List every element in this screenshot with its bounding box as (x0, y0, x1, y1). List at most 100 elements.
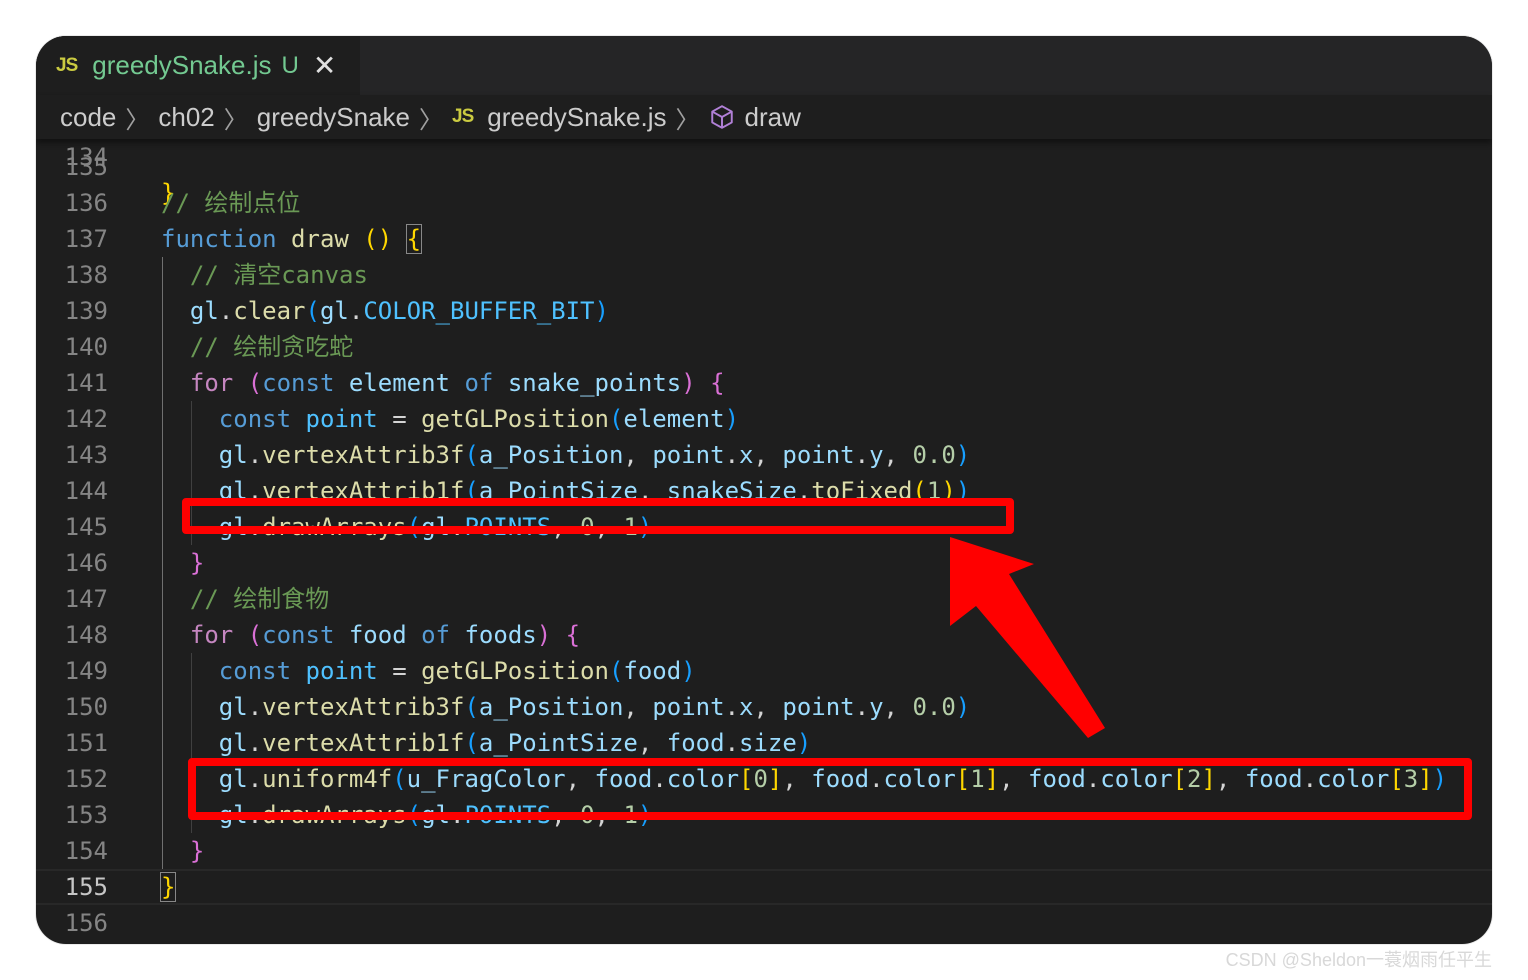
line-number: 147 (64, 585, 108, 613)
code-token: ) (681, 369, 696, 397)
code-token: color (666, 765, 740, 793)
code-token: y (869, 693, 884, 721)
line-number: 137 (64, 225, 108, 253)
code-line-148[interactable]: 148 for (const food of foods) { (36, 617, 1492, 653)
code-line-152[interactable]: 152 gl.uniform4f(u_FragColor, food.color[… (36, 761, 1492, 797)
code-token: a_Position (478, 693, 624, 721)
code-token: point (652, 441, 725, 469)
code-token: color (1100, 765, 1173, 793)
chevron-right-icon: 〉 (419, 106, 444, 134)
chevron-right-icon: 〉 (223, 106, 248, 134)
code-token: const (218, 405, 292, 433)
code-line-149[interactable]: 149 const point = getGLPosition(food) (36, 653, 1492, 689)
breadcrumb-item-greedysnake[interactable]: greedySnake (257, 102, 410, 133)
code-token: COLOR_BUFFER_BIT (363, 297, 595, 325)
code-token: ( (247, 369, 263, 397)
code-token: clear (233, 297, 306, 325)
code-line-140[interactable]: 140 // 绘制贪吃蛇 (36, 329, 1492, 365)
code-token: ] (984, 765, 1000, 793)
breadcrumb-item-code[interactable]: code (60, 102, 116, 133)
code-line-150[interactable]: 150 gl.vertexAttrib3f(a_Position, point.x… (36, 689, 1492, 725)
breadcrumb-item-symbol-draw[interactable]: draw (745, 102, 801, 133)
code-token: . (854, 693, 870, 721)
code-token: , (753, 693, 783, 721)
code-line-143[interactable]: 143 gl.vertexAttrib3f(a_Position, point.x… (36, 437, 1492, 473)
code-token: x (739, 693, 754, 721)
code-token: getGLPosition (421, 405, 609, 433)
code-text: gl.clear(gl.COLOR_BUFFER_BIT) (190, 293, 609, 329)
code-text: gl.drawArrays(gl.POINTS, 0, 1) (219, 509, 653, 545)
code-token: gl (218, 729, 248, 757)
code-token: ( (305, 297, 320, 325)
code-line-146[interactable]: 146} (36, 545, 1492, 581)
code-token: 0.0 (912, 441, 956, 469)
breadcrumb-item-ch02[interactable]: ch02 (158, 102, 214, 133)
code-line-155[interactable]: 155} (36, 869, 1492, 905)
code-line-139[interactable]: 139 gl.clear(gl.COLOR_BUFFER_BIT) (36, 293, 1492, 329)
code-token: . (1302, 765, 1318, 793)
code-token: . (450, 513, 465, 541)
code-token: food (594, 765, 653, 793)
code-token: 0.0 (912, 693, 956, 721)
code-line-154[interactable]: 154} (36, 833, 1492, 869)
code-token: . (218, 297, 234, 325)
code-text: // 绘制点位 (161, 185, 300, 221)
code-line-141[interactable]: 141 for (const element of snake_points) { (36, 365, 1492, 401)
code-token: for (189, 621, 234, 649)
code-token: color (1317, 765, 1390, 793)
code-token: , (594, 513, 624, 541)
code-line-147[interactable]: 147 // 绘制食物 (36, 581, 1492, 617)
code-line-138[interactable]: 138 // 清空canvas (36, 257, 1492, 293)
code-token: ] (1418, 765, 1433, 793)
line-number: 143 (64, 441, 108, 469)
code-line-136[interactable]: 136 // 绘制点位 (36, 185, 1492, 221)
line-number: 155 (64, 873, 108, 901)
code-token: food (666, 729, 725, 757)
code-token: ) (681, 657, 696, 685)
close-icon[interactable]: ✕ (313, 51, 336, 80)
code-token: 1 (970, 765, 985, 793)
code-token: 1 (623, 801, 638, 829)
code-line-135[interactable]: 135 (36, 149, 1492, 185)
code-token: x (739, 441, 754, 469)
code-line-144[interactable]: 144 gl.vertexAttrib1f(a_PointSize, snakeS… (36, 473, 1492, 509)
tab-greedysnake-js[interactable]: JS greedySnake.js U ✕ (36, 36, 360, 95)
code-line-153[interactable]: 153 gl.drawArrays(gl.POINTS, 0, 1) (36, 797, 1492, 833)
code-line-156[interactable]: 156 (36, 905, 1492, 941)
code-token: element (348, 369, 451, 397)
code-line-142[interactable]: 142 const point = getGLPosition(element) (36, 401, 1492, 437)
code-token: const (262, 621, 335, 649)
code-token: , (637, 477, 667, 505)
line-number: 144 (64, 477, 108, 505)
code-token: ) (955, 693, 971, 721)
code-text: const point = getGLPosition(food) (219, 653, 696, 689)
code-line-137[interactable]: 137 function draw () { (36, 221, 1492, 257)
code-token: , (623, 441, 653, 469)
line-number: 145 (64, 513, 108, 541)
code-token: vertexAttrib1f (262, 477, 465, 505)
code-token: element (623, 405, 725, 433)
code-text: // 绘制贪吃蛇 (190, 329, 353, 365)
code-token: , (637, 729, 667, 757)
code-token: 1 (926, 477, 942, 505)
watermark: CSDN @Sheldon一蓑烟雨任平生 (1225, 950, 1492, 970)
code-editor[interactable]: 134 } 135 136// 绘制点位 137 function draw () {… (36, 131, 1492, 944)
code-token: ) (637, 513, 653, 541)
code-token: . (247, 441, 263, 469)
code-line-145[interactable]: 145 gl.drawArrays(gl.POINTS, 0, 1) (36, 509, 1492, 545)
js-file-icon: JS (56, 54, 78, 76)
code-token: { (405, 224, 423, 254)
code-token: vertexAttrib3f (262, 441, 465, 469)
code-token: 3 (1403, 765, 1419, 793)
breadcrumb-item-file[interactable]: greedySnake.js (487, 102, 666, 133)
code-token: , (782, 765, 812, 793)
line-number: 153 (64, 801, 108, 829)
code-line-151[interactable]: 151 gl.vertexAttrib1f(a_PointSize, food.s… (36, 725, 1492, 761)
tab-untracked-badge: U (281, 51, 299, 79)
code-token: gl (218, 801, 248, 829)
code-token: } (189, 837, 205, 865)
code-token: gl (319, 297, 349, 325)
